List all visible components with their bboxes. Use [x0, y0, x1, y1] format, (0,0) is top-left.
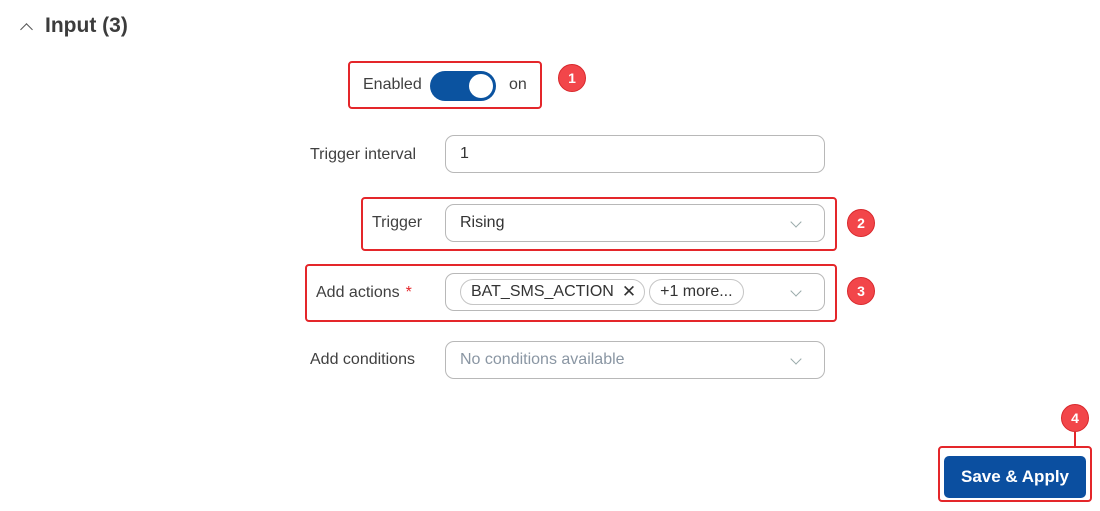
annotation-badge-3: 3: [847, 277, 875, 305]
annotation-badge-4: 4: [1061, 404, 1089, 432]
chevron-down-icon: [790, 285, 802, 297]
add-actions-label-text: Add actions: [316, 284, 400, 301]
action-tag: BAT_SMS_ACTION ✕: [460, 279, 646, 305]
enabled-label: Enabled: [363, 76, 422, 93]
annotation-connector: [1074, 432, 1076, 446]
section-title: Input (3): [45, 14, 128, 37]
trigger-label: Trigger: [372, 214, 423, 231]
enabled-toggle[interactable]: [430, 71, 496, 101]
trigger-value: Rising: [460, 214, 505, 231]
chevron-down-icon: [790, 353, 802, 365]
section-header-input[interactable]: Input (3): [20, 14, 128, 38]
trigger-interval-value: 1: [460, 145, 469, 162]
trigger-interval-label: Trigger interval: [310, 146, 417, 163]
save-apply-button[interactable]: Save & Apply: [944, 456, 1086, 498]
add-actions-multiselect[interactable]: BAT_SMS_ACTION ✕ +1 more...: [445, 273, 825, 311]
required-mark: *: [405, 284, 412, 301]
remove-tag-icon[interactable]: ✕: [622, 282, 636, 302]
chevron-down-icon: [790, 216, 802, 228]
annotation-badge-2: 2: [847, 209, 875, 237]
more-tags-chip[interactable]: +1 more...: [649, 279, 744, 305]
action-tag-label: BAT_SMS_ACTION: [471, 283, 614, 300]
annotation-badge-1: 1: [558, 64, 586, 92]
add-actions-label: Add actions *: [316, 284, 412, 302]
add-conditions-select[interactable]: No conditions available: [445, 341, 825, 379]
chevron-up-icon: [20, 22, 33, 36]
more-tags-label: +1 more...: [660, 283, 733, 300]
trigger-interval-input[interactable]: 1: [445, 135, 825, 173]
trigger-select[interactable]: Rising: [445, 204, 825, 242]
enabled-state-text: on: [509, 76, 527, 93]
toggle-knob: [469, 74, 493, 98]
add-conditions-label: Add conditions: [310, 351, 415, 368]
add-conditions-placeholder: No conditions available: [460, 351, 625, 368]
